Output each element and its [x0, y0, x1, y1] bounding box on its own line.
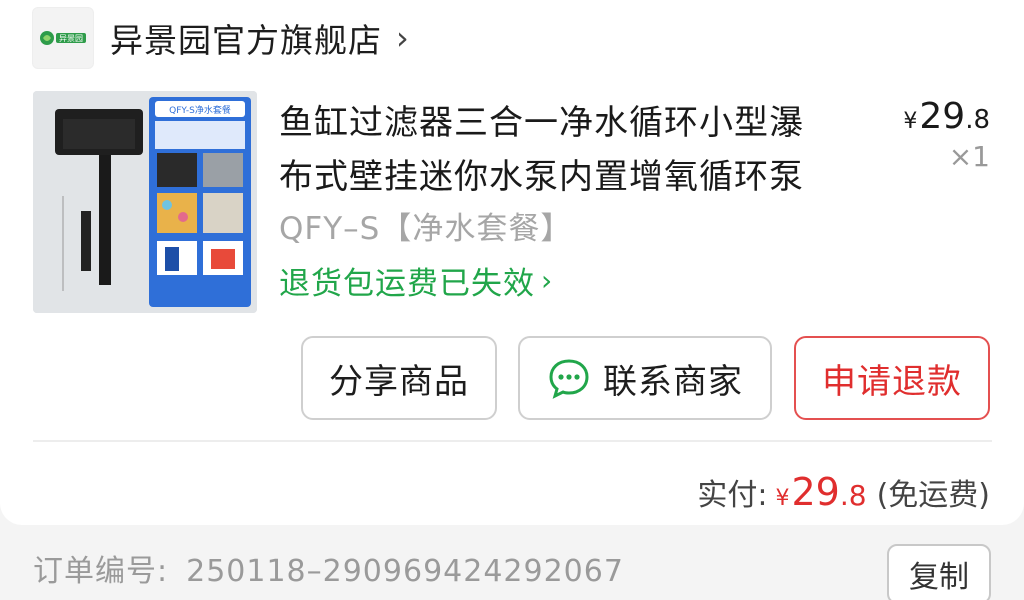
product-quantity: ×1: [948, 140, 990, 173]
share-product-button[interactable]: 分享商品: [301, 336, 497, 420]
store-logo: 异景园: [32, 7, 94, 69]
amount-currency: ¥: [775, 486, 790, 511]
return-note-text: 退货包运费已失效: [279, 266, 535, 302]
return-shipping-note[interactable]: 退货包运费已失效 ›: [279, 258, 553, 303]
product-thumbnail[interactable]: QFY-S净水套餐: [33, 91, 257, 313]
price-decimal: .8: [965, 105, 990, 135]
price-integer: 29: [919, 96, 966, 137]
product-title-line-2: 布式壁挂迷你水泵内置增氧循环泵: [279, 157, 804, 197]
thumbnail-label: QFY-S净水套餐: [169, 104, 231, 116]
product-title[interactable]: 鱼缸过滤器三合一净水循环小型瀑 布式壁挂迷你水泵内置增氧循环泵: [279, 96, 859, 204]
divider: [33, 440, 992, 442]
store-header[interactable]: 异景园 异景园官方旗舰店 ›: [32, 6, 409, 70]
order-number: 250118–290969424292067: [186, 554, 624, 589]
contact-seller-button[interactable]: 联系商家: [518, 336, 772, 420]
order-card: 异景园 异景园官方旗舰店 › QFY-S净水套餐 鱼缸过滤器三合一净水循环小型瀑…: [0, 0, 1024, 525]
copy-button[interactable]: 复制: [887, 544, 991, 600]
product-title-line-1: 鱼缸过滤器三合一净水循环小型瀑: [279, 103, 804, 143]
chat-bubble-icon: [547, 356, 591, 400]
price-currency: ¥: [903, 109, 918, 134]
amount-paid: 实付: ¥29.8 (免运费): [697, 470, 990, 514]
order-number-label: 订单编号:: [33, 554, 169, 589]
order-number-row: 订单编号: 250118–290969424292067: [33, 546, 624, 590]
chevron-right-icon[interactable]: ›: [396, 19, 409, 57]
chevron-right-icon: ›: [541, 264, 554, 297]
amount-paid-label: 实付:: [697, 478, 768, 513]
product-price: ¥29.8: [903, 96, 990, 137]
amount-paid-value: ¥29.8: [776, 470, 867, 514]
amount-integer: 29: [791, 470, 840, 514]
amount-decimal: .8: [839, 479, 867, 512]
shipping-note: (免运费): [876, 478, 990, 513]
product-variant: QFY–S【净水套餐】: [279, 211, 573, 247]
contact-seller-label: 联系商家: [603, 361, 743, 402]
store-name[interactable]: 异景园官方旗舰店: [110, 14, 382, 62]
store-logo-text: 异景园: [59, 34, 83, 43]
request-refund-button[interactable]: 申请退款: [794, 336, 990, 420]
